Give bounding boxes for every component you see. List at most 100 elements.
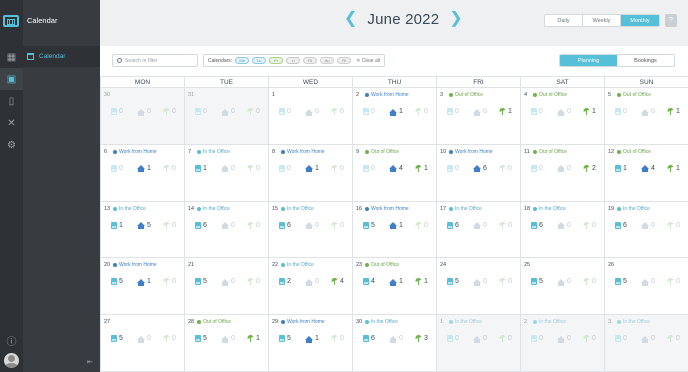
day-cell[interactable]: 28 Out of Office 5 0 1 [184,315,268,372]
day-cell[interactable]: 6 Work from Home 0 1 0 [100,144,184,202]
day-cell[interactable]: 22 In the Office 2 0 4 [268,258,352,316]
day-cell[interactable]: 16 Work from Home 5 1 0 [352,201,436,259]
day-cell[interactable]: 30 0 0 0 [100,88,184,145]
status-badge[interactable]: Work from Home [365,206,409,212]
day-cell[interactable]: 30 In the Office 6 0 3 [352,315,436,372]
status-badge[interactable]: Out of Office [617,92,651,98]
day-cell[interactable]: 27 5 0 0 [100,315,184,372]
status-badge[interactable]: In the Office [365,319,398,325]
status-badge[interactable]: Out of Office [365,149,399,155]
day-cell[interactable]: 1 In the Office 0 0 0 [436,315,520,372]
status-badge[interactable]: Out of Office [617,149,651,155]
status-badge[interactable]: Out of Office [449,92,483,98]
bookings-tab[interactable]: Bookings [617,55,674,66]
status-badge[interactable]: In the Office [449,319,482,325]
status-badge[interactable]: Out of Office [533,149,567,155]
bookmark-icon[interactable]: ▯ [0,90,23,112]
out-of-office-count: 0 [499,165,512,172]
day-cell[interactable]: 1 0 0 0 [268,88,352,145]
day-cell[interactable]: 14 In the Office 6 0 0 [184,201,268,259]
calendar-chip[interactable]: Me [235,57,250,64]
desk-count-value: 0 [119,164,123,172]
day-cell[interactable]: 17 In the Office 6 0 0 [436,201,520,259]
status-badge[interactable]: Out of Office [533,92,567,98]
day-cell[interactable]: 3 Out of Office 0 0 1 [436,88,520,145]
gear-icon[interactable]: ⚙ [0,134,23,156]
status-badge[interactable]: Out of Office [365,262,399,268]
prev-month-icon[interactable]: ❮ [344,9,357,29]
status-badge[interactable]: In the Office [617,319,650,325]
help-button[interactable]: ? [665,14,677,27]
buildings-icon[interactable]: ▦ [0,46,23,68]
day-cell[interactable]: 19 In the Office 6 0 0 [604,201,688,259]
day-cell[interactable]: 11 Out of Office 0 0 2 [520,144,604,202]
planning-tab[interactable]: Planning [560,55,617,66]
avatar[interactable] [4,353,19,368]
help-circle-icon[interactable]: ⓘ [0,329,23,351]
status-badge[interactable]: In the Office [197,149,230,155]
day-cell[interactable]: 10 Work from Home 0 6 0 [436,144,520,202]
calendar-chip[interactable]: Lu [252,57,267,64]
status-badge[interactable]: Work from Home [113,262,157,268]
day-cell[interactable]: 26 5 0 0 [604,258,688,316]
home-count: 1 [137,278,151,286]
day-cell[interactable]: 15 In the Office 6 0 0 [268,201,352,259]
calendar-rail-icon[interactable]: ▣ [0,68,23,90]
day-cell[interactable]: 4 Out of Office 0 0 1 [520,88,604,145]
status-badge[interactable]: In the Office [197,206,230,212]
status-badge[interactable]: Work from Home [281,319,325,325]
desk-count-value: 0 [119,108,123,115]
view-weekly-button[interactable]: Weekly [583,15,621,26]
status-badge[interactable]: Out of Office [197,319,231,325]
status-badge[interactable]: In the Office [533,319,566,325]
out-of-office-count-value: 0 [340,335,344,343]
calendar-chip[interactable]: Li [286,57,301,64]
view-monthly-button[interactable]: Monthly [621,15,659,26]
status-badge[interactable]: Work from Home [281,149,325,155]
day-cell[interactable]: 13 In the Office 1 5 0 [100,201,184,259]
status-badge[interactable]: In the Office [533,206,566,212]
status-badge[interactable]: In the Office [449,206,482,212]
day-cell[interactable]: 24 5 0 0 [436,258,520,316]
home-count-value: 0 [231,221,235,229]
day-cell[interactable]: 20 Work from Home 5 1 0 [100,258,184,316]
out-of-office-count: 1 [583,108,596,115]
day-cell[interactable]: 21 5 0 0 [184,258,268,316]
calendar-chip[interactable]: An [320,57,335,64]
day-cell[interactable]: 12 Out of Office 1 4 1 [604,144,688,202]
day-cell[interactable]: 2 Work from Home 0 1 0 [352,88,436,145]
app-logo-icon[interactable] [3,15,19,27]
day-cell[interactable]: 3 In the Office 0 0 0 [604,315,688,372]
day-cell[interactable]: 7 In the Office 1 0 0 [184,144,268,202]
status-badge[interactable]: In the Office [281,262,314,268]
calendar-chip[interactable]: Fr [269,57,284,64]
clear-all-button[interactable]: ✕ Clear all [356,58,380,64]
calendar-chip[interactable]: Ri [337,57,352,64]
next-month-icon[interactable]: ❯ [449,9,462,29]
tools-icon[interactable]: ✕ [0,112,23,134]
day-cell[interactable]: 23 Out of Office 4 1 1 [352,258,436,316]
sidebar-item-calendar[interactable]: Calendar [23,46,100,67]
desk-count-value: 6 [539,221,543,229]
status-badge[interactable]: In the Office [281,206,314,212]
day-cell[interactable]: 18 In the Office 6 0 0 [520,201,604,259]
out-of-office-count: 0 [415,222,428,229]
status-badge[interactable]: In the Office [113,206,146,212]
status-badge[interactable]: Work from Home [365,92,409,98]
day-cell[interactable]: 31 0 0 0 [184,88,268,145]
home-icon [305,222,313,230]
status-badge[interactable]: In the Office [617,206,650,212]
day-cell[interactable]: 5 Out of Office 0 0 1 [604,88,688,145]
status-badge[interactable]: Work from Home [113,149,157,155]
view-daily-button[interactable]: Daily [545,15,583,26]
search-input[interactable]: Search or filter [112,54,198,67]
collapse-sidebar-icon[interactable]: ⇤ [87,358,93,366]
day-cell[interactable]: 2 In the Office 0 0 0 [520,315,604,372]
status-badge[interactable]: Work from Home [449,149,493,155]
desk-count-value: 0 [623,108,627,115]
day-cell[interactable]: 9 Out of Office 0 4 1 [352,144,436,202]
calendar-chip[interactable]: Ri [303,57,318,64]
day-cell[interactable]: 8 Work from Home 0 1 0 [268,144,352,202]
day-cell[interactable]: 25 5 0 0 [520,258,604,316]
day-cell[interactable]: 29 Work from Home 5 1 0 [268,315,352,372]
